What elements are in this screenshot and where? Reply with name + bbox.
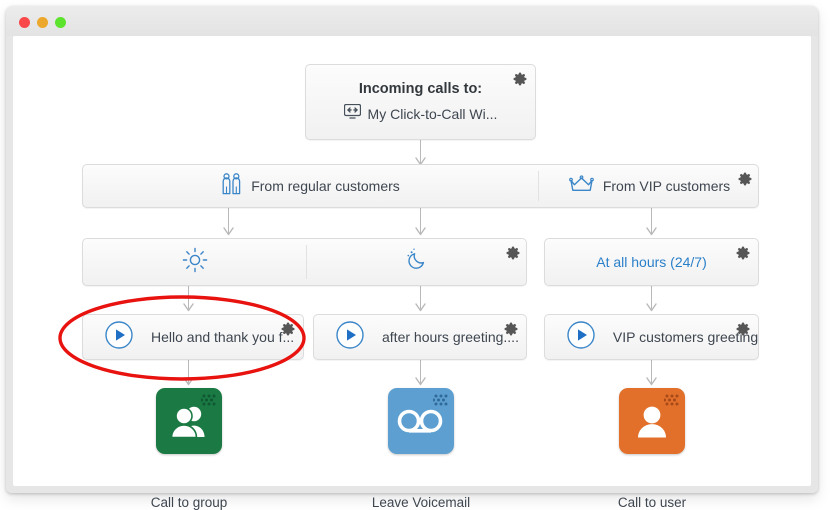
dot-grid-handle-icon[interactable] <box>200 394 216 409</box>
browser-window: Incoming calls to: My Click-to-Call Wi..… <box>6 6 818 510</box>
action-tile-leave-voicemail[interactable] <box>388 388 454 454</box>
gear-icon[interactable] <box>736 322 750 336</box>
flow-node-greeting-daytime[interactable]: Hello and thank you f... <box>82 314 304 360</box>
gear-icon[interactable] <box>736 246 750 260</box>
play-icon[interactable] <box>567 320 595 354</box>
crown-icon <box>568 174 594 198</box>
action-tile-call-to-user[interactable] <box>619 388 685 454</box>
flow-node-daytime-hours[interactable] <box>83 239 306 285</box>
flow-node-vip-customers[interactable]: From VIP customers <box>539 165 760 207</box>
two-people-icon <box>221 172 242 200</box>
monitor-click-to-call-icon <box>343 103 361 124</box>
gear-icon[interactable] <box>738 172 752 186</box>
gear-icon[interactable] <box>504 322 518 336</box>
action-caption-call-to-group: Call to group <box>150 495 228 510</box>
window-minimize-button[interactable] <box>37 17 48 28</box>
play-icon[interactable] <box>336 320 364 354</box>
window-close-button[interactable] <box>19 17 30 28</box>
window-titlebar <box>6 6 818 36</box>
flow-node-regular-customers[interactable]: From regular customers <box>83 165 538 207</box>
sun-icon <box>182 247 208 278</box>
incoming-calls-title: Incoming calls to: <box>358 80 483 97</box>
flow-row-schedule <box>82 238 527 286</box>
action-caption-call-to-user: Call to user <box>617 495 687 510</box>
action-caption-leave-voicemail: Leave Voicemail <box>371 495 471 510</box>
flow-node-incoming-calls[interactable]: Incoming calls to: My Click-to-Call Wi..… <box>305 64 536 140</box>
flow-row-audience: From regular customers From VIP customer… <box>82 164 759 208</box>
gear-icon[interactable] <box>506 246 520 260</box>
window-zoom-button[interactable] <box>55 17 66 28</box>
play-icon[interactable] <box>105 320 133 354</box>
call-flow-canvas: Incoming calls to: My Click-to-Call Wi..… <box>13 36 811 510</box>
all-hours-label: At all hours (24/7) <box>596 254 707 270</box>
greeting-afterhours-label: after hours greeting.... <box>382 329 519 345</box>
flow-node-greeting-vip[interactable]: VIP customers greeting <box>544 314 759 360</box>
flow-node-greeting-afterhours[interactable]: after hours greeting.... <box>313 314 527 360</box>
dot-grid-handle-icon[interactable] <box>663 394 679 409</box>
regular-customers-label: From regular customers <box>251 178 400 194</box>
incoming-calls-subtitle: My Click-to-Call Wi... <box>367 105 498 122</box>
flow-node-after-hours[interactable] <box>307 239 528 285</box>
gear-icon[interactable] <box>513 72 527 86</box>
gear-icon[interactable] <box>281 322 295 336</box>
greeting-daytime-label: Hello and thank you f... <box>151 329 295 345</box>
action-tile-call-to-group[interactable] <box>156 388 222 454</box>
moon-icon <box>405 247 431 278</box>
vip-customers-label: From VIP customers <box>602 178 731 194</box>
flow-node-all-hours[interactable]: At all hours (24/7) <box>544 238 759 286</box>
dot-grid-handle-icon[interactable] <box>432 394 448 409</box>
